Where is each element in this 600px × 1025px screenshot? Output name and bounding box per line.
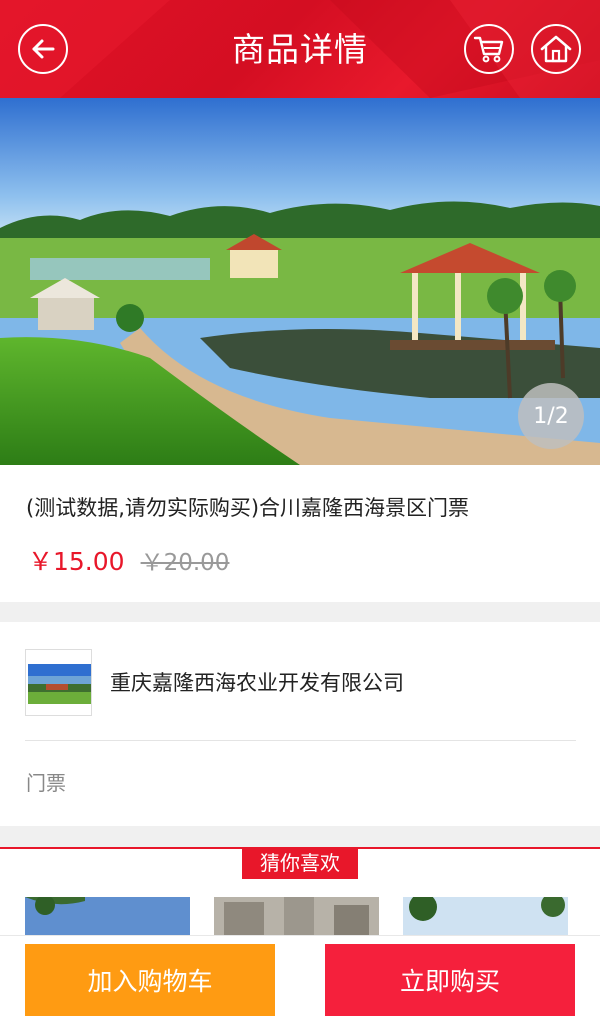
original-price: ￥20.00: [140, 550, 230, 576]
price-row: ￥15.00 ￥20.00: [28, 542, 229, 578]
shop-row[interactable]: 重庆嘉隆西海农业开发有限公司: [0, 622, 600, 740]
image-pager-indicator: 1/2: [518, 383, 584, 449]
recommend-label: 猜你喜欢: [242, 847, 358, 879]
buy-now-button[interactable]: 立即购买: [325, 944, 575, 1016]
product-photo: [0, 98, 600, 465]
shop-name: 重庆嘉隆西海农业开发有限公司: [110, 671, 404, 695]
recommend-item-3[interactable]: [403, 897, 568, 937]
recommend-item-1-image: [25, 897, 190, 937]
product-image-carousel[interactable]: 1/2: [0, 98, 600, 465]
header-bar: 商品详情: [0, 0, 600, 98]
section-divider-2: [0, 826, 600, 847]
current-price: ￥15.00: [28, 547, 125, 576]
home-button[interactable]: [531, 24, 581, 74]
section-divider: [0, 602, 600, 622]
recommend-item-3-image: [403, 897, 568, 937]
shop-logo-image: [26, 650, 91, 715]
recommend-item-1[interactable]: [25, 897, 190, 937]
cart-icon: [473, 36, 504, 63]
product-detail-page: 商品详情 1/2 (测试数据,请勿实际购买)合川嘉隆西海景区门票 ￥15.00 …: [0, 0, 600, 1025]
shop-logo: [25, 649, 92, 716]
separator-line: [25, 740, 576, 741]
recommend-item-2-image: [214, 897, 379, 937]
product-category: 门票: [26, 771, 66, 795]
home-icon: [540, 35, 572, 63]
product-title: (测试数据,请勿实际购买)合川嘉隆西海景区门票: [26, 496, 470, 520]
recommend-item-2[interactable]: [214, 897, 379, 937]
cart-button[interactable]: [464, 24, 514, 74]
add-to-cart-button[interactable]: 加入购物车: [25, 944, 275, 1016]
bottom-action-bar: 加入购物车 立即购买: [0, 935, 600, 1025]
